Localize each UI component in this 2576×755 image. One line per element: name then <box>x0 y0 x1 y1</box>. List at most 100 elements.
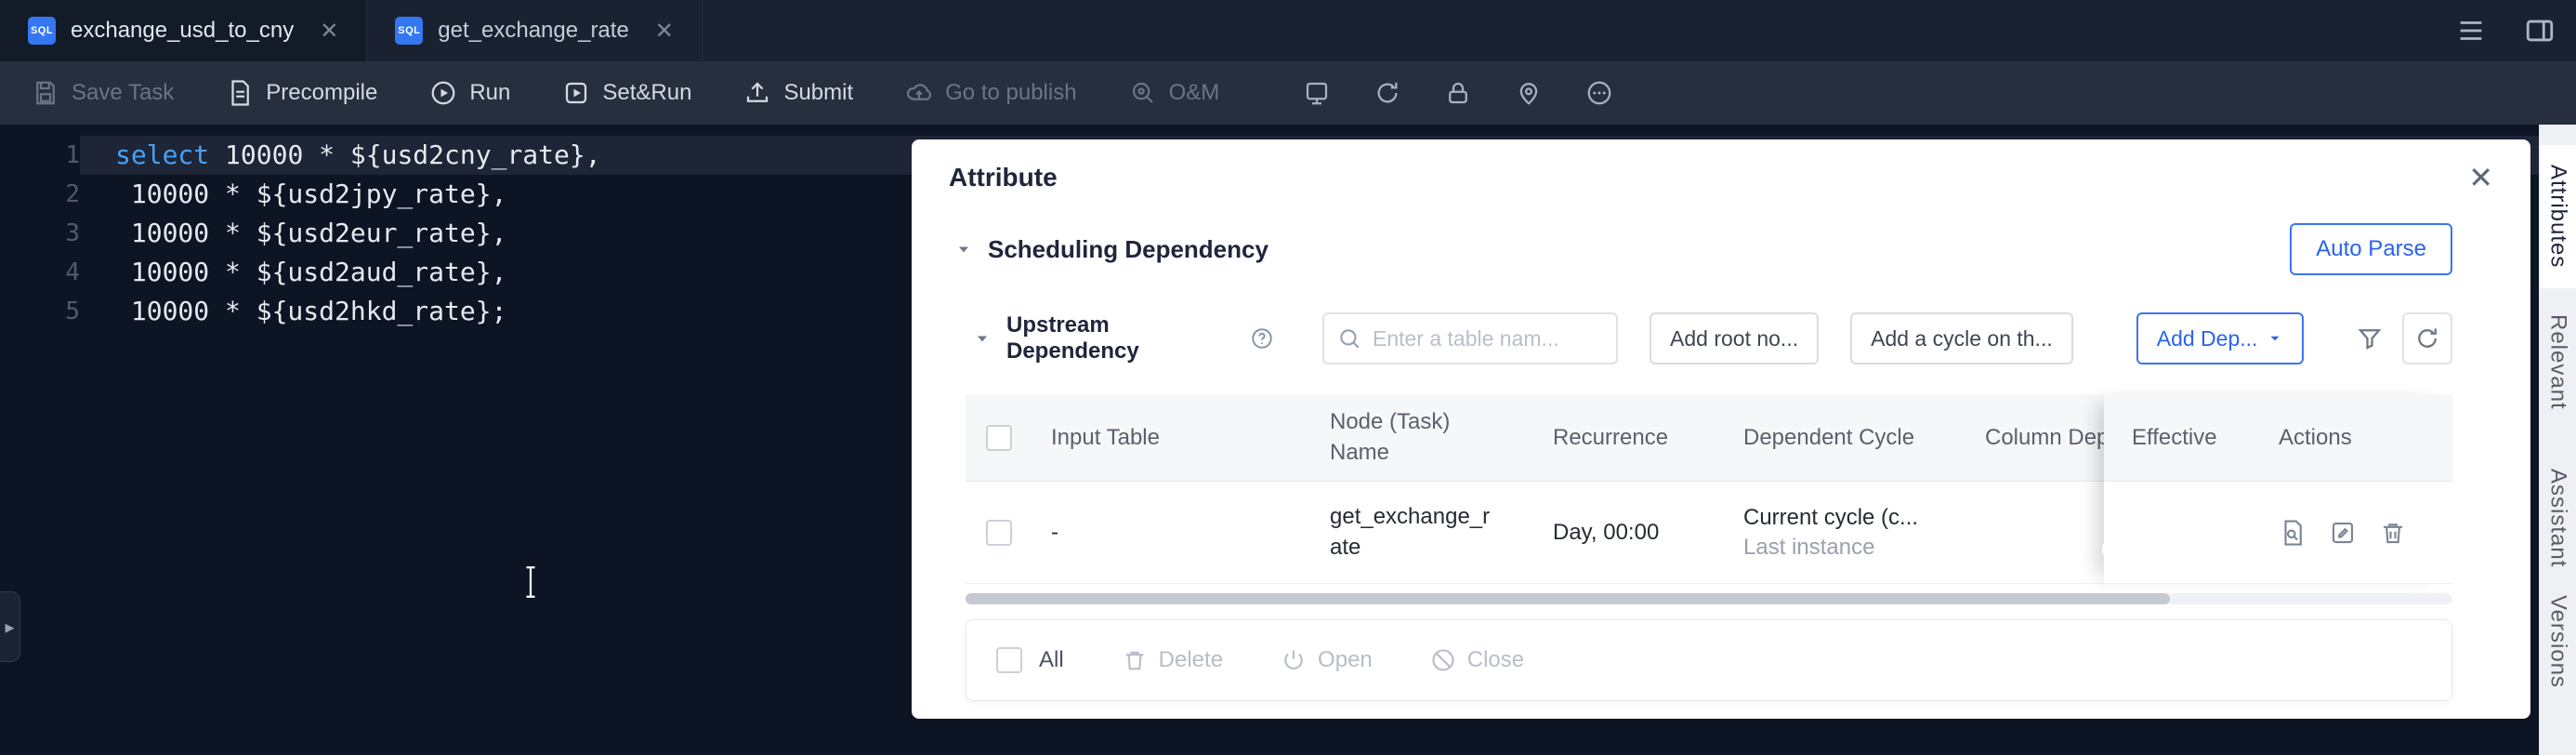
right-side-rail: Attributes Relevant Assistant Versions <box>2539 125 2576 755</box>
collapse-caret-icon[interactable] <box>954 240 973 258</box>
line-number: 3 <box>0 214 80 253</box>
column-header: Input Table <box>1032 425 1311 451</box>
text-cursor-pointer <box>522 565 539 599</box>
collapse-caret-icon[interactable] <box>973 329 992 348</box>
editor-toolbar: Save Task Precompile Run Set&Run Submit … <box>0 61 2576 125</box>
save-task-button[interactable]: Save Task <box>32 79 174 107</box>
precompile-icon <box>226 79 254 107</box>
line-number: 2 <box>0 175 80 214</box>
power-icon <box>1281 647 1307 673</box>
rail-tab-assistant[interactable]: Assistant <box>2540 460 2576 576</box>
recurrence-cell: Day, 00:00 <box>1534 520 1725 546</box>
om-button[interactable]: O&M <box>1129 79 1220 107</box>
rail-tab-versions[interactable]: Versions <box>2540 592 2576 691</box>
go-to-publish-button[interactable]: Go to publish <box>905 79 1076 107</box>
toolbar-icon-cluster <box>1303 79 1613 107</box>
scheduling-dependency-section: Scheduling Dependency Auto Parse <box>954 223 2452 275</box>
attribute-panel-header: Attribute ✕ <box>912 139 2530 216</box>
tab-exchange-usd-to-cny[interactable]: SQL exchange_usd_to_cny ✕ <box>0 0 367 61</box>
column-header: Effective <box>2104 425 2256 451</box>
actions-cell <box>2256 519 2452 547</box>
delete-icon[interactable] <box>2379 519 2407 547</box>
chevron-down-icon <box>2267 330 2283 347</box>
set-and-run-button[interactable]: Set&Run <box>562 79 691 107</box>
om-icon <box>1129 79 1157 107</box>
lock-icon[interactable] <box>1444 79 1472 107</box>
line-number: 1 <box>0 136 80 175</box>
left-panel-expander[interactable]: ▸ <box>0 591 20 662</box>
submit-button[interactable]: Submit <box>743 79 853 107</box>
search-icon <box>1337 326 1361 351</box>
tab-label: get_exchange_rate <box>438 18 629 44</box>
add-root-node-button[interactable]: Add root no... <box>1649 312 1819 364</box>
table-search-box <box>1322 312 1618 364</box>
section-title: Scheduling Dependency <box>988 235 1268 264</box>
run-icon <box>429 79 457 107</box>
run-button[interactable]: Run <box>429 79 510 107</box>
submit-icon <box>743 79 771 107</box>
scrollbar-thumb[interactable] <box>966 593 2170 604</box>
auto-parse-button[interactable]: Auto Parse <box>2290 223 2452 275</box>
horizontal-scrollbar <box>966 593 2452 604</box>
select-all-checkbox-cell <box>966 425 1032 451</box>
panel-title: Attribute <box>949 163 1058 192</box>
column-header: Node (Task) Name <box>1311 407 1534 468</box>
batch-actions-bar: All Delete Open Close <box>966 619 2452 701</box>
checkbox[interactable] <box>996 647 1022 673</box>
tab-get-exchange-rate[interactable]: SQL get_exchange_rate ✕ <box>367 0 703 61</box>
column-header: Recurrence <box>1534 425 1725 451</box>
close-tab-icon[interactable]: ✕ <box>320 18 338 45</box>
data-studio-app: { "tab_bar": { "file_icon_label": "SQL",… <box>0 0 2576 755</box>
fixed-row-cells <box>2104 482 2452 584</box>
upstream-dependency-table: Input Table Node (Task) Name Recurrence … <box>966 394 2452 604</box>
upstream-dependency-controls: Upstream Dependency Add root no... Add a… <box>973 312 2452 364</box>
location-pin-icon[interactable] <box>1515 79 1543 107</box>
filter-icon[interactable] <box>2356 325 2384 352</box>
rail-tab-relevant[interactable]: Relevant <box>2540 304 2576 419</box>
batch-delete-button[interactable]: Delete <box>1122 647 1223 673</box>
more-options-icon[interactable] <box>1585 79 1613 107</box>
refresh-table-icon[interactable] <box>2402 312 2452 364</box>
sql-file-icon: SQL <box>28 17 56 45</box>
add-cycle-button[interactable]: Add a cycle on th... <box>1850 312 2073 364</box>
tab-label: exchange_usd_to_cny <box>71 18 294 44</box>
close-panel-icon[interactable]: ✕ <box>2468 163 2493 192</box>
column-header: Actions <box>2256 425 2452 451</box>
fixed-header-row: Effective Actions <box>2104 394 2452 482</box>
upstream-dependency-title: Upstream Dependency <box>1006 312 1237 364</box>
help-icon[interactable] <box>1250 326 1274 351</box>
dependent-cycle-cell: Current cycle (c... Last instance <box>1725 505 1966 561</box>
close-tab-icon[interactable]: ✕ <box>655 18 674 45</box>
view-lineage-icon[interactable] <box>2279 519 2307 547</box>
select-all-control: All <box>996 647 1064 673</box>
edit-icon[interactable] <box>2329 519 2357 547</box>
batch-close-button[interactable]: Close <box>1430 647 1524 673</box>
ban-icon <box>1430 647 1456 673</box>
attribute-panel: Attribute ✕ Scheduling Dependency Auto P… <box>912 139 2530 719</box>
publish-cloud-icon <box>905 79 933 107</box>
batch-open-button[interactable]: Open <box>1281 647 1373 673</box>
line-number: 5 <box>0 292 80 331</box>
set-run-icon <box>562 79 590 107</box>
tab-bar-right-actions <box>2455 0 2576 61</box>
rail-tab-attributes[interactable]: Attributes <box>2540 145 2576 288</box>
fixed-columns-overlay: Effective Actions <box>2104 394 2452 585</box>
row-checkbox-cell <box>966 520 1032 546</box>
input-table-cell: - <box>1032 520 1311 546</box>
checkbox[interactable] <box>986 520 1012 546</box>
line-number: 4 <box>0 253 80 292</box>
sql-file-icon: SQL <box>395 17 423 45</box>
menu-icon[interactable] <box>2455 15 2487 46</box>
column-header: Dependent Cycle <box>1725 425 1966 451</box>
node-name-cell: get_exchange_rate <box>1311 502 1534 563</box>
refresh-icon[interactable] <box>1373 79 1401 107</box>
format-icon[interactable] <box>1303 79 1331 107</box>
save-icon <box>32 79 59 107</box>
search-input[interactable] <box>1373 326 1603 351</box>
right-panel-icon[interactable] <box>2524 15 2556 46</box>
precompile-button[interactable]: Precompile <box>226 79 377 107</box>
add-dependency-button[interactable]: Add Dep... <box>2136 312 2305 364</box>
checkbox[interactable] <box>986 425 1012 451</box>
trash-icon <box>1122 647 1148 673</box>
editor-tab-bar: SQL exchange_usd_to_cny ✕ SQL get_exchan… <box>0 0 2576 61</box>
